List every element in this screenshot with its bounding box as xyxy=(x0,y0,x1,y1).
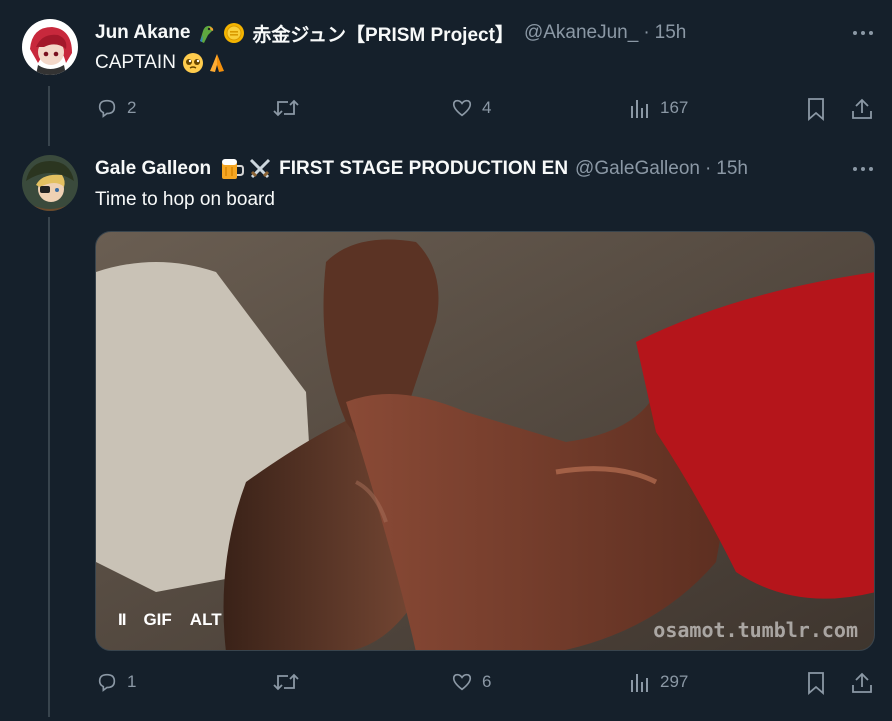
views-button[interactable]: 297 xyxy=(629,671,688,693)
share-icon xyxy=(852,672,872,693)
user-handle[interactable]: @AkaneJun_ xyxy=(524,22,638,44)
pause-button[interactable]: II xyxy=(118,610,127,630)
tweet-text-content: CAPTAIN xyxy=(95,52,176,73)
reply-button[interactable]: 1 xyxy=(96,671,136,693)
views-count: 297 xyxy=(660,672,689,691)
watermark: osamot.tumblr.com xyxy=(653,618,858,642)
beer-mug-emoji-icon xyxy=(219,156,245,182)
separator-dot: · xyxy=(704,158,712,179)
reply-count: 1 xyxy=(127,672,137,691)
display-name[interactable]: Gale Galleon xyxy=(95,158,211,180)
reply-icon xyxy=(98,673,116,692)
retweet-icon xyxy=(273,99,299,117)
gif-image xyxy=(96,232,874,650)
more-icon xyxy=(853,31,873,35)
like-icon xyxy=(452,673,472,691)
retweet-button[interactable] xyxy=(273,97,308,119)
crossed-swords-emoji-icon xyxy=(247,156,273,182)
bookmark-icon xyxy=(808,98,824,121)
retweet-icon xyxy=(273,673,299,691)
separator-dot: · xyxy=(643,22,650,43)
bookmark-button[interactable] xyxy=(806,671,826,695)
tweet-actions: 2 4 167 xyxy=(0,94,892,124)
more-options-button[interactable] xyxy=(850,156,876,182)
display-name-suffix[interactable]: 赤金ジュン【PRISM Project】 xyxy=(252,20,514,47)
tweet-text: Time to hop on board xyxy=(95,189,275,210)
tweet-header: Jun Akane 赤金ジュン【PRISM Project】 @AkaneJun… xyxy=(95,20,686,46)
avatar[interactable] xyxy=(22,155,78,211)
bookmark-button[interactable] xyxy=(806,97,826,121)
display-name[interactable]: Jun Akane xyxy=(95,22,190,44)
tweet-text: CAPTAIN xyxy=(95,52,228,74)
folded-hands-emoji-icon xyxy=(206,52,228,74)
alt-text-button[interactable]: ALT xyxy=(190,610,222,630)
share-icon xyxy=(852,98,872,119)
views-icon xyxy=(631,674,648,692)
views-button[interactable]: 167 xyxy=(629,97,688,119)
tweet-actions: 1 6 297 xyxy=(0,668,892,698)
coin-emoji-icon xyxy=(222,21,246,45)
reply-count: 2 xyxy=(127,98,137,117)
views-count: 167 xyxy=(660,98,689,117)
like-button[interactable]: 4 xyxy=(451,97,491,119)
views-icon xyxy=(631,100,648,118)
more-icon xyxy=(853,167,873,171)
pleading-face-emoji-icon xyxy=(182,52,204,74)
display-name-suffix[interactable]: FIRST STAGE PRODUCTION EN xyxy=(279,158,568,180)
gif-controls: II GIF ALT xyxy=(118,610,240,630)
bookmark-icon xyxy=(808,672,824,695)
gif-media[interactable]: II GIF ALT osamot.tumblr.com xyxy=(95,231,875,651)
retweet-button[interactable] xyxy=(273,671,308,693)
reply-button[interactable]: 2 xyxy=(96,97,136,119)
tweet-jun-akane[interactable]: Jun Akane 赤金ジュン【PRISM Project】 @AkaneJun… xyxy=(0,0,892,140)
more-options-button[interactable] xyxy=(850,20,876,46)
like-count: 6 xyxy=(482,672,492,691)
like-button[interactable]: 6 xyxy=(451,671,491,693)
share-button[interactable] xyxy=(850,671,874,695)
gif-badge: GIF xyxy=(143,610,172,629)
avatar[interactable] xyxy=(22,19,78,75)
timestamp[interactable]: 15h xyxy=(655,22,687,44)
share-button[interactable] xyxy=(850,97,874,121)
timestamp[interactable]: 15h xyxy=(716,158,748,180)
user-handle[interactable]: @GaleGalleon xyxy=(575,158,700,180)
tweet-header: Gale Galleon FIRST STAGE PRODUCTION EN @… xyxy=(95,156,748,182)
like-icon xyxy=(452,99,472,117)
like-count: 4 xyxy=(482,98,492,117)
parrot-emoji-icon xyxy=(194,21,218,45)
reply-icon xyxy=(98,99,116,118)
